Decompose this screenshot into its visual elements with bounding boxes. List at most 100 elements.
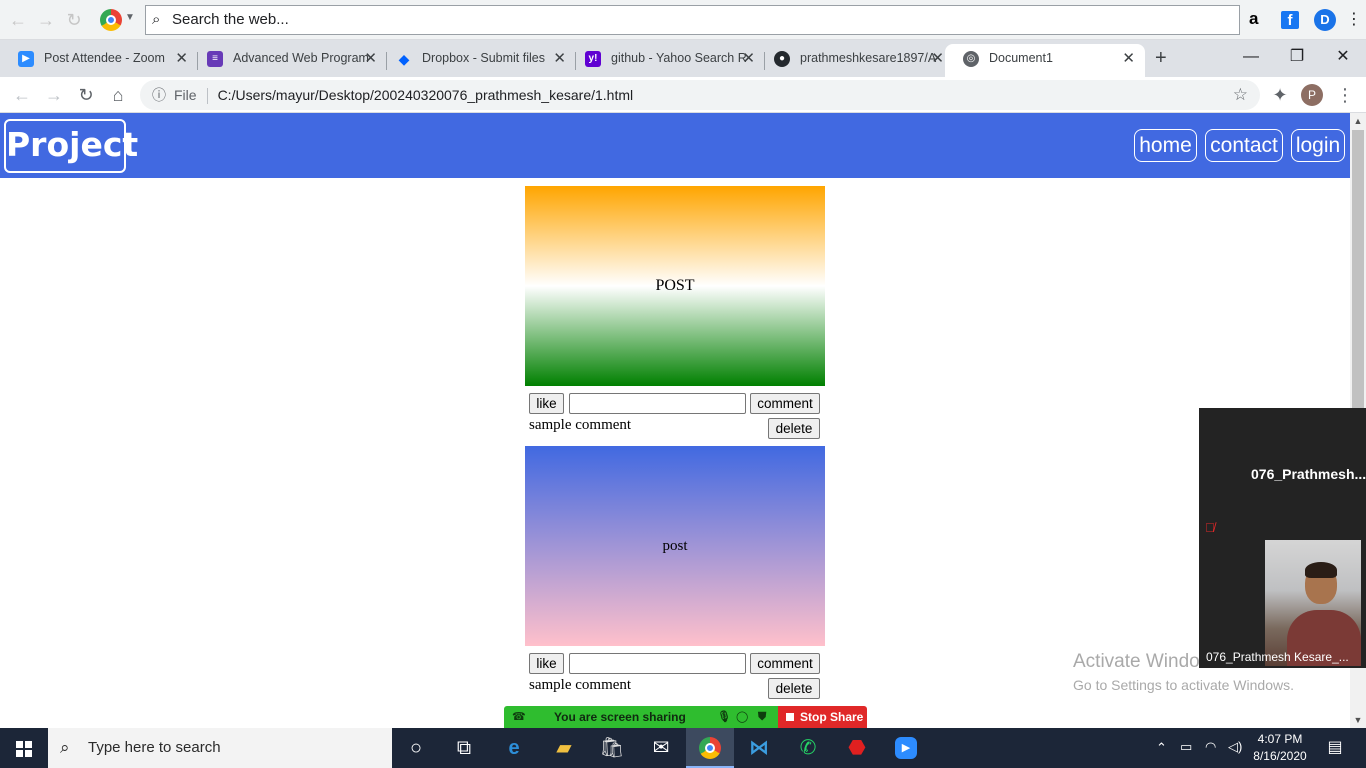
- chrome-taskbar-icon[interactable]: [686, 728, 734, 768]
- bookmark-star-icon[interactable]: ☆: [1233, 80, 1248, 110]
- menu-dots-icon[interactable]: ⋮: [1346, 9, 1362, 29]
- facebook-icon[interactable]: f: [1281, 11, 1299, 29]
- github-icon: ●: [774, 51, 790, 67]
- scroll-down-icon[interactable]: ▼: [1350, 712, 1366, 728]
- mail-icon[interactable]: ✉: [637, 728, 685, 768]
- tab-github[interactable]: ● prathmeshkesare1897/A ✕: [756, 44, 954, 77]
- minimize-icon[interactable]: —: [1228, 44, 1274, 70]
- file-explorer-icon[interactable]: ▰: [540, 728, 588, 768]
- like-button[interactable]: like: [529, 393, 564, 414]
- store-icon[interactable]: 🛍: [588, 728, 636, 768]
- zoom-video-panel[interactable]: 076_Prathmesh... 🎙̸ 076_Prathmesh Kesare…: [1199, 408, 1366, 668]
- extensions-puzzle-icon[interactable]: ✦: [1268, 83, 1292, 107]
- activate-windows-subtitle: Go to Settings to activate Windows.: [1073, 677, 1294, 693]
- restore-icon[interactable]: ❐: [1274, 44, 1320, 70]
- comment-text: sample comment: [529, 677, 632, 693]
- amazon-icon[interactable]: a: [1249, 9, 1258, 29]
- page-navbar: Project home contact login: [0, 113, 1350, 178]
- task-view-icon[interactable]: ⧉: [440, 728, 488, 768]
- yahoo-icon: y!: [585, 51, 601, 67]
- like-button[interactable]: like: [529, 653, 564, 674]
- window-close-icon[interactable]: ✕: [1320, 44, 1366, 70]
- zoom-taskbar-icon[interactable]: ▶: [882, 728, 930, 768]
- delete-button[interactable]: delete: [768, 678, 820, 699]
- nav-home-link[interactable]: home: [1134, 129, 1197, 162]
- info-icon: ⓘ: [152, 87, 166, 103]
- phone-icon: ☎: [512, 711, 526, 723]
- url-text: C:/Users/mayur/Desktop/200240320076_prat…: [217, 87, 634, 103]
- comment-text: sample comment: [529, 417, 632, 433]
- muted-mic-icon: 🎙̸: [1205, 520, 1215, 535]
- web-page: Project home contact login POST like com…: [0, 113, 1350, 728]
- acrobat-icon[interactable]: ⬣: [833, 728, 881, 768]
- battery-icon[interactable]: ▭: [1180, 739, 1192, 755]
- chevron-down-icon[interactable]: ▼: [125, 12, 135, 23]
- tab-document1[interactable]: ◎ Document1 ✕: [945, 44, 1145, 77]
- mic-muted-icon[interactable]: 🎙: [717, 706, 731, 728]
- close-icon[interactable]: ✕: [931, 44, 944, 73]
- new-tab-icon[interactable]: +: [1155, 47, 1167, 70]
- stop-icon: [786, 713, 794, 721]
- taskbar-clock[interactable]: 4:07 PM 8/16/2020: [1245, 731, 1315, 765]
- whatsapp-icon[interactable]: ✆: [784, 728, 832, 768]
- scrollbar-thumb[interactable]: [1352, 130, 1364, 420]
- search-icon: ⌕: [152, 11, 161, 28]
- screen-sharing-bar[interactable]: ☎ You are screen sharing 🎙 ◯ ⛊: [504, 706, 778, 728]
- brand-logo[interactable]: Project: [4, 119, 138, 173]
- forms-icon: ≡: [207, 51, 223, 67]
- close-icon[interactable]: ✕: [742, 44, 755, 73]
- volume-icon[interactable]: ◁): [1228, 739, 1242, 755]
- profile-avatar[interactable]: P: [1301, 84, 1323, 106]
- video-participant-label: 076_Prathmesh Kesare_...: [1206, 650, 1349, 664]
- tab-dropbox[interactable]: ◆ Dropbox - Submit files ✕: [378, 44, 576, 77]
- browser-search-toolbar: ← → ↻ ▼ ⌕ Search the web... a f D ⋮: [0, 0, 1366, 40]
- shield-icon: ⛊: [758, 711, 767, 723]
- cortana-icon[interactable]: ○: [392, 728, 440, 768]
- nav-contact-link[interactable]: contact: [1205, 129, 1283, 162]
- vscode-icon[interactable]: ⋈: [735, 728, 783, 768]
- zoom-icon: ▶: [18, 51, 34, 67]
- clock-date: 8/16/2020: [1253, 749, 1307, 763]
- nav-login-link[interactable]: login: [1291, 129, 1345, 162]
- forward-arrow-icon[interactable]: →: [42, 83, 66, 107]
- notification-icon[interactable]: ▤: [1320, 728, 1350, 768]
- comment-button[interactable]: comment: [750, 653, 820, 674]
- url-omnibox[interactable]: ⓘ File C:/Users/mayur/Desktop/20024032007…: [140, 80, 1260, 110]
- forward-arrow-icon[interactable]: →: [36, 10, 56, 30]
- web-search-input[interactable]: ⌕ Search the web...: [145, 5, 1240, 35]
- reload-icon[interactable]: ↻: [64, 10, 84, 30]
- home-icon[interactable]: ⌂: [106, 83, 130, 107]
- chrome-logo-icon[interactable]: [100, 9, 122, 31]
- tab-strip: ▶ Post Attendee - Zoom ✕ ≡ Advanced Web …: [0, 40, 1366, 77]
- tab-yahoo[interactable]: y! github - Yahoo Search R ✕: [567, 44, 765, 77]
- wifi-icon[interactable]: ◠: [1205, 739, 1216, 755]
- close-icon[interactable]: ✕: [175, 44, 188, 73]
- address-bar-row: ← → ↻ ⌂ ⓘ File C:/Users/mayur/Desktop/200…: [0, 77, 1366, 113]
- close-icon[interactable]: ✕: [553, 44, 566, 73]
- participant-video: [1265, 540, 1361, 666]
- comment-input[interactable]: [569, 653, 746, 674]
- comment-button[interactable]: comment: [750, 393, 820, 414]
- edge-icon[interactable]: e: [490, 728, 538, 768]
- close-icon[interactable]: ✕: [1122, 44, 1135, 73]
- chevron-up-icon[interactable]: ⌃: [1156, 740, 1167, 756]
- post-card: POST: [525, 186, 825, 386]
- dropbox-icon: ◆: [398, 51, 410, 67]
- menu-dots-icon[interactable]: ⋮: [1333, 83, 1357, 107]
- taskbar-search-input[interactable]: ⌕ Type here to search: [48, 728, 392, 768]
- tab-advanced-web[interactable]: ≡ Advanced Web Program ✕: [189, 44, 387, 77]
- delete-button[interactable]: delete: [768, 418, 820, 439]
- windows-start-icon[interactable]: [0, 728, 48, 768]
- comment-input[interactable]: [569, 393, 746, 414]
- scroll-up-icon[interactable]: ▲: [1350, 113, 1366, 129]
- stop-share-button[interactable]: Stop Share: [778, 706, 867, 728]
- post-card: post: [525, 446, 825, 646]
- clock-time: 4:07 PM: [1257, 732, 1303, 746]
- d-extension-icon[interactable]: D: [1314, 9, 1336, 31]
- reload-icon[interactable]: ↻: [74, 83, 98, 107]
- back-arrow-icon[interactable]: ←: [10, 83, 34, 107]
- search-icon: ⌕: [60, 738, 70, 757]
- tab-zoom[interactable]: ▶ Post Attendee - Zoom ✕: [0, 44, 198, 77]
- close-icon[interactable]: ✕: [364, 44, 377, 73]
- back-arrow-icon[interactable]: ←: [8, 10, 28, 30]
